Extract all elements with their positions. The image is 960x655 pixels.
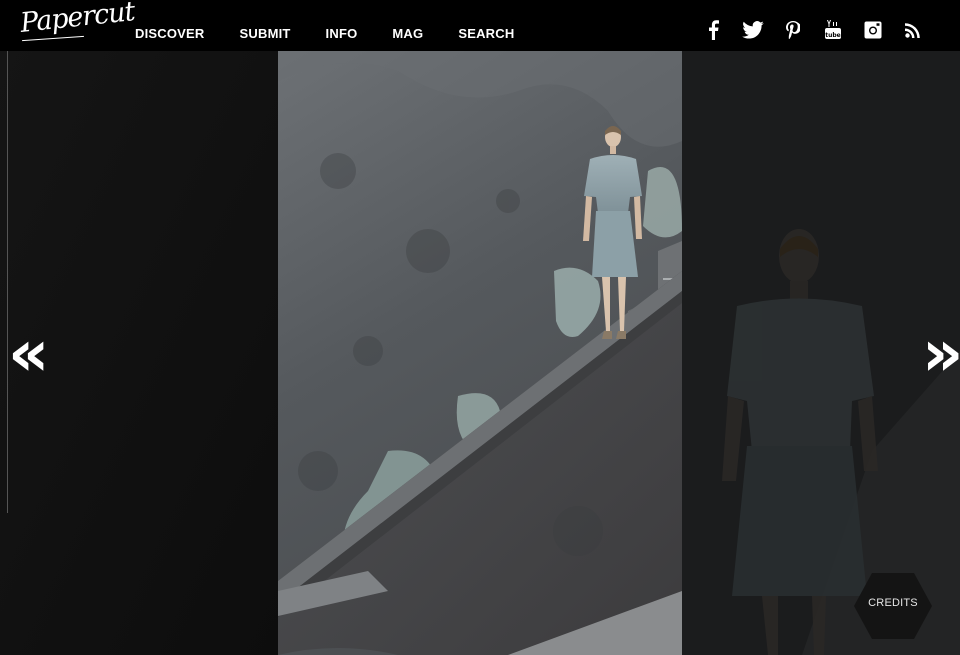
main-photo <box>278 51 682 655</box>
credits-label: CREDITS <box>868 597 918 609</box>
twitter-icon[interactable] <box>742 19 764 41</box>
main-nav: DISCOVER SUBMIT INFO MAG SEARCH <box>135 26 549 41</box>
papercut-logo[interactable]: Papercut <box>19 0 136 39</box>
previous-arrow-button[interactable]: « <box>8 319 49 389</box>
nav-submit[interactable]: SUBMIT <box>240 26 291 41</box>
facebook-icon[interactable] <box>702 19 724 41</box>
pinterest-icon[interactable] <box>782 19 804 41</box>
nav-info[interactable]: INFO <box>326 26 358 41</box>
site-header: Papercut DISCOVER SUBMIT INFO MAG SEARCH… <box>0 0 960 51</box>
nav-mag[interactable]: MAG <box>392 26 423 41</box>
next-arrow-button[interactable]: » <box>922 319 960 389</box>
youtube-icon[interactable]: tube <box>822 19 844 41</box>
instagram-icon[interactable] <box>862 19 884 41</box>
nav-search[interactable]: SEARCH <box>458 26 514 41</box>
credits-button[interactable]: CREDITS <box>852 571 934 641</box>
gallery-stage: « » CREDITS <box>0 51 960 655</box>
rss-icon[interactable] <box>902 19 924 41</box>
next-slide-preview[interactable] <box>682 51 960 655</box>
svg-text:tube: tube <box>825 32 841 39</box>
nav-discover[interactable]: DISCOVER <box>135 26 205 41</box>
social-links: tube <box>684 19 924 41</box>
left-panel-edge <box>0 51 8 513</box>
